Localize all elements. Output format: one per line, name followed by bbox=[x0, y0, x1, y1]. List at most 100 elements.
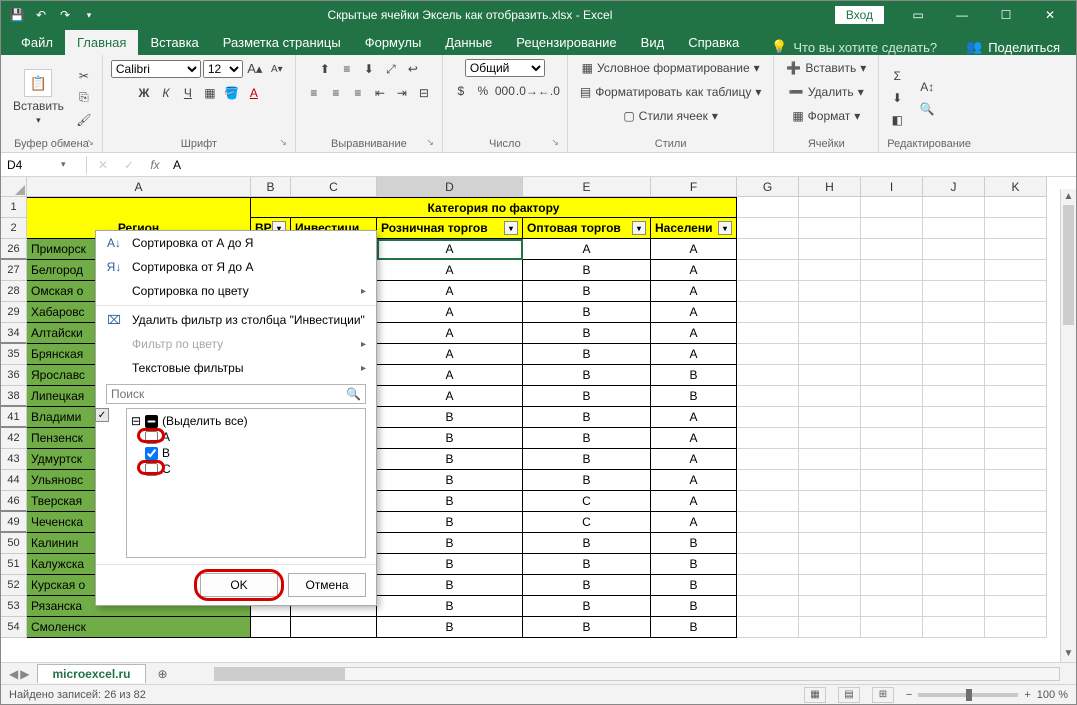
row-header[interactable]: 34 bbox=[1, 323, 27, 344]
zoom-out-icon[interactable]: − bbox=[906, 689, 912, 701]
row-header[interactable]: 26 bbox=[1, 239, 27, 260]
login-button[interactable]: Вход bbox=[835, 6, 884, 24]
name-box-input[interactable] bbox=[7, 158, 57, 172]
page-layout-view-icon[interactable]: ▤ bbox=[838, 687, 860, 703]
decrease-decimal-icon[interactable]: ←.0 bbox=[539, 81, 559, 101]
share-button[interactable]: 👥Поделиться bbox=[966, 39, 1076, 55]
col-header[interactable]: G bbox=[737, 177, 799, 197]
sort-az-item[interactable]: A↓Сортировка от А до Я bbox=[96, 231, 376, 255]
conditional-formatting-button[interactable]: ▦Условное форматирование ▾ bbox=[578, 59, 764, 77]
filter-icon[interactable]: ▾ bbox=[504, 221, 518, 235]
close-icon[interactable]: ✕ bbox=[1030, 1, 1070, 29]
cell[interactable]: A bbox=[651, 512, 737, 533]
cell[interactable]: Населени▾ bbox=[651, 218, 737, 239]
cell[interactable]: B bbox=[651, 365, 737, 386]
select-all-corner[interactable] bbox=[1, 177, 27, 197]
row-header[interactable]: 50 bbox=[1, 533, 27, 554]
clear-icon[interactable]: ◧ bbox=[887, 110, 907, 130]
row-header[interactable]: 52 bbox=[1, 575, 27, 596]
insert-cells-button[interactable]: ➕Вставить ▾ bbox=[782, 59, 870, 77]
tab-help[interactable]: Справка bbox=[676, 30, 751, 55]
cell[interactable]: B bbox=[377, 554, 523, 575]
cell[interactable]: A bbox=[377, 239, 523, 260]
cell[interactable]: B bbox=[377, 596, 523, 617]
cell[interactable]: A bbox=[651, 281, 737, 302]
cell[interactable]: B bbox=[651, 617, 737, 638]
filter-option-b[interactable]: B bbox=[131, 445, 361, 461]
cell[interactable]: B bbox=[523, 575, 651, 596]
col-header[interactable]: J bbox=[923, 177, 985, 197]
zoom-level[interactable]: 100 % bbox=[1037, 689, 1068, 701]
sort-za-item[interactable]: Я↓Сортировка от Я до А bbox=[96, 255, 376, 279]
filter-option-a[interactable]: A bbox=[131, 429, 361, 445]
minimize-icon[interactable]: — bbox=[942, 1, 982, 29]
wrap-text-icon[interactable]: ↩ bbox=[403, 59, 423, 79]
paste-button[interactable]: 📋Вставить▾ bbox=[9, 67, 68, 128]
cell[interactable]: A bbox=[651, 302, 737, 323]
cell[interactable]: B bbox=[523, 386, 651, 407]
row-header[interactable]: 54 bbox=[1, 617, 27, 638]
col-header[interactable]: C bbox=[291, 177, 377, 197]
checkbox-c[interactable] bbox=[145, 463, 158, 476]
underline-button[interactable]: Ч bbox=[178, 83, 198, 103]
indent-increase-icon[interactable]: ⇥ bbox=[392, 83, 412, 103]
format-as-table-button[interactable]: ▤Форматировать как таблицу ▾ bbox=[576, 83, 766, 101]
cell[interactable]: B bbox=[523, 344, 651, 365]
row-header[interactable]: 49 bbox=[1, 512, 27, 533]
filter-search-input[interactable] bbox=[111, 387, 346, 401]
cancel-formula-icon[interactable]: ✕ bbox=[95, 158, 111, 172]
number-format-select[interactable]: Общий bbox=[465, 59, 545, 77]
orientation-icon[interactable]: ⤢ bbox=[381, 59, 401, 79]
row-header[interactable]: 43 bbox=[1, 449, 27, 470]
cell[interactable]: A bbox=[377, 323, 523, 344]
cell[interactable]: B bbox=[523, 365, 651, 386]
col-header[interactable]: K bbox=[985, 177, 1047, 197]
cell[interactable]: B bbox=[377, 575, 523, 596]
increase-decimal-icon[interactable]: .0→ bbox=[517, 81, 537, 101]
sheet-nav-next-icon[interactable]: ▶ bbox=[20, 667, 29, 681]
cell[interactable]: A bbox=[651, 323, 737, 344]
text-filters-item[interactable]: Текстовые фильтры▸ bbox=[96, 356, 376, 380]
col-header[interactable]: H bbox=[799, 177, 861, 197]
filter-search[interactable]: 🔍 bbox=[106, 384, 366, 404]
filter-icon[interactable]: ▾ bbox=[718, 221, 732, 235]
cell[interactable]: B bbox=[377, 533, 523, 554]
font-size-select[interactable]: 12 bbox=[203, 60, 243, 78]
filter-values-tree[interactable]: ⊟ (Выделить все) A B C bbox=[126, 408, 366, 558]
cell[interactable]: B bbox=[377, 407, 523, 428]
grow-font-icon[interactable]: A▴ bbox=[245, 59, 265, 79]
cell[interactable]: Оптовая торгов▾ bbox=[523, 218, 651, 239]
tab-formulas[interactable]: Формулы bbox=[353, 30, 434, 55]
delete-cells-button[interactable]: ➖Удалить ▾ bbox=[785, 83, 868, 101]
align-top-icon[interactable]: ⬆ bbox=[315, 59, 335, 79]
zoom-control[interactable]: − + 100 % bbox=[906, 689, 1068, 701]
dialog-launcher-icon[interactable]: ↘ bbox=[426, 137, 434, 148]
dialog-launcher-icon[interactable]: ↘ bbox=[551, 137, 559, 148]
cell[interactable]: B bbox=[377, 428, 523, 449]
cell[interactable]: B bbox=[523, 281, 651, 302]
cell[interactable]: B bbox=[651, 533, 737, 554]
tab-home[interactable]: Главная bbox=[65, 30, 138, 55]
find-select-icon[interactable]: 🔍 bbox=[913, 99, 941, 119]
scrollbar-thumb[interactable] bbox=[215, 668, 345, 680]
cell[interactable]: B bbox=[523, 617, 651, 638]
cut-icon[interactable]: ✂ bbox=[74, 66, 94, 86]
currency-icon[interactable]: $ bbox=[451, 81, 471, 101]
cell[interactable]: A bbox=[651, 407, 737, 428]
save-icon[interactable]: 💾 bbox=[9, 7, 25, 23]
cell[interactable]: B bbox=[523, 596, 651, 617]
col-header[interactable]: A bbox=[27, 177, 251, 197]
align-left-icon[interactable]: ≡ bbox=[304, 83, 324, 103]
fill-color-icon[interactable]: 🪣 bbox=[222, 83, 242, 103]
format-cells-button[interactable]: ▦Формат ▾ bbox=[788, 107, 864, 125]
cell[interactable]: B bbox=[523, 554, 651, 575]
tab-data[interactable]: Данные bbox=[433, 30, 504, 55]
qat-dropdown-icon[interactable]: ▾ bbox=[81, 7, 97, 23]
cell[interactable]: Категория по фактору bbox=[251, 197, 737, 218]
filter-option-c[interactable]: C bbox=[131, 461, 361, 477]
col-header[interactable]: I bbox=[861, 177, 923, 197]
ok-button[interactable]: OK bbox=[200, 573, 278, 597]
cell[interactable]: A bbox=[651, 428, 737, 449]
cell[interactable]: A bbox=[377, 365, 523, 386]
cell[interactable]: B bbox=[523, 407, 651, 428]
